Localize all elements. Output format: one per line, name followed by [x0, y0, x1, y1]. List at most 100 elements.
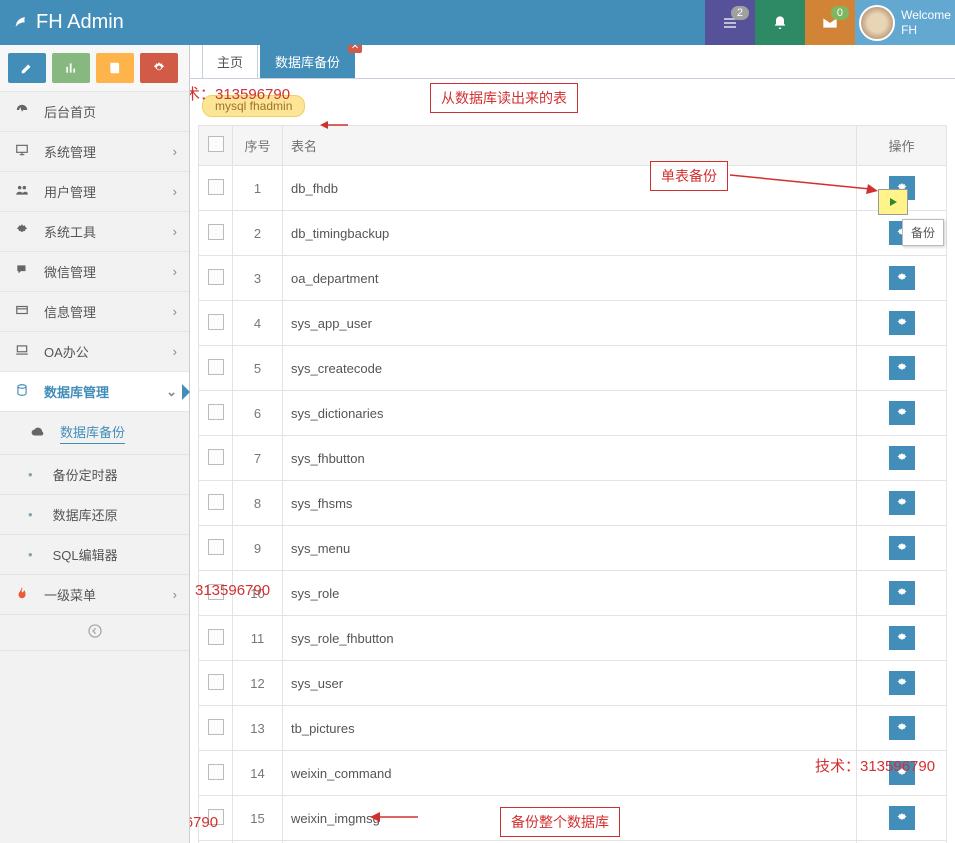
row-action-button[interactable]: [889, 311, 915, 335]
sidebar-item-label: 微信管理: [44, 262, 96, 281]
tech-text-4: 技术：313596790: [190, 811, 218, 832]
row-seq: 12: [233, 661, 283, 706]
chevron-right-icon: ›: [173, 344, 177, 359]
chevron-right-icon: ›: [173, 184, 177, 199]
header-mail-button[interactable]: 0: [805, 0, 855, 45]
sidebar-item-10[interactable]: 数据库还原: [0, 495, 189, 535]
sidebar-item-7[interactable]: 数据库管理 ⌄: [0, 372, 189, 412]
row-name: tb_pictures: [283, 706, 857, 751]
row-action-button[interactable]: [889, 716, 915, 740]
annotation-3: 备份整个数据库: [500, 807, 620, 837]
sidebar-item-4[interactable]: 微信管理 ›: [0, 252, 189, 292]
row-action-button[interactable]: [889, 446, 915, 470]
row-name: sys_dictionaries: [283, 391, 857, 436]
tree-dot-icon: [28, 467, 41, 482]
sidebar-item-9[interactable]: 备份定时器: [0, 455, 189, 495]
sb-book-button[interactable]: [96, 53, 134, 83]
checkbox-all[interactable]: [208, 136, 224, 152]
row-seq: 7: [233, 436, 283, 481]
row-action-button[interactable]: [889, 671, 915, 695]
table-row: 2db_timingbackup: [199, 211, 947, 256]
row-seq: 13: [233, 706, 283, 751]
sb-stats-button[interactable]: [52, 53, 90, 83]
annotation-1: 从数据库读出来的表: [430, 83, 578, 113]
row-name: oa_department: [283, 256, 857, 301]
th-seq: 序号: [233, 126, 283, 166]
sidebar-item-11[interactable]: SQL编辑器: [0, 535, 189, 575]
row-action-button[interactable]: [889, 806, 915, 830]
row-checkbox[interactable]: [208, 719, 224, 735]
row-seq: 6: [233, 391, 283, 436]
row-seq: 4: [233, 301, 283, 346]
row-checkbox[interactable]: [208, 404, 224, 420]
row-seq: 14: [233, 751, 283, 796]
row-action-button[interactable]: [889, 266, 915, 290]
chevron-right-icon: ›: [173, 224, 177, 239]
row-action-button[interactable]: [889, 626, 915, 650]
users-icon: [12, 183, 32, 200]
tab-db-backup[interactable]: 数据库备份 ✕: [260, 45, 355, 78]
sidebar-item-0[interactable]: 后台首页: [0, 92, 189, 132]
tab-close-icon[interactable]: ✕: [348, 45, 362, 53]
row-seq: 15: [233, 796, 283, 841]
row-checkbox[interactable]: [208, 224, 224, 240]
sidebar-collapse-button[interactable]: [0, 615, 189, 651]
tree-dot-icon: [28, 507, 41, 522]
row-checkbox[interactable]: [208, 449, 224, 465]
header-user-button[interactable]: Welcome FH: [855, 0, 955, 45]
chevron-right-icon: ›: [173, 144, 177, 159]
row-checkbox[interactable]: [208, 269, 224, 285]
chevron-down-icon: ⌄: [166, 384, 177, 400]
row-seq: 1: [233, 166, 283, 211]
sidebar-item-5[interactable]: 信息管理›: [0, 292, 189, 332]
row-seq: 9: [233, 526, 283, 571]
row-action-button[interactable]: [889, 491, 915, 515]
sidebar-item-1[interactable]: 系统管理›: [0, 132, 189, 172]
row-checkbox[interactable]: [208, 179, 224, 195]
row-checkbox[interactable]: [208, 674, 224, 690]
header-tasks-button[interactable]: 2: [705, 0, 755, 45]
row-action-button[interactable]: [889, 401, 915, 425]
sidebar-item-label: 数据库备份: [60, 422, 125, 444]
tab-home[interactable]: 主页: [202, 45, 258, 78]
table-row: 10sys_role: [199, 571, 947, 616]
sb-edit-button[interactable]: [8, 53, 46, 83]
table-row: 8sys_fhsms: [199, 481, 947, 526]
table-row: 12sys_user: [199, 661, 947, 706]
row-name: sys_role: [283, 571, 857, 616]
row-name: sys_fhsms: [283, 481, 857, 526]
row-checkbox[interactable]: [208, 314, 224, 330]
chevron-right-icon: ›: [173, 264, 177, 279]
chevron-right-icon: ›: [173, 304, 177, 319]
table-row: 7sys_fhbutton: [199, 436, 947, 481]
avatar: [859, 5, 895, 41]
sidebar-item-2[interactable]: 用户管理›: [0, 172, 189, 212]
row-checkbox[interactable]: [208, 359, 224, 375]
tasks-badge: 2: [731, 6, 749, 20]
top-header: FH Admin 2 0 Welcome FH: [0, 0, 955, 45]
tech-text-3: 技术：313596790: [815, 755, 935, 776]
sb-settings-button[interactable]: [140, 53, 178, 83]
row-checkbox[interactable]: [208, 539, 224, 555]
row-name: db_timingbackup: [283, 211, 857, 256]
sidebar-item-6[interactable]: OA办公›: [0, 332, 189, 372]
row-seq: 8: [233, 481, 283, 526]
row-checkbox[interactable]: [208, 764, 224, 780]
tab-bar: 主页 数据库备份 ✕: [190, 45, 955, 79]
header-notifications-button[interactable]: [755, 0, 805, 45]
sidebar-item-3[interactable]: 系统工具›: [0, 212, 189, 252]
table-row: 13tb_pictures: [199, 706, 947, 751]
table-row: 9sys_menu: [199, 526, 947, 571]
sidebar-item-label: 数据库管理: [44, 382, 109, 401]
th-op: 操作: [857, 126, 947, 166]
row-action-button[interactable]: [889, 536, 915, 560]
sidebar-item-8[interactable]: 数据库备份: [0, 412, 189, 455]
row-action-button[interactable]: [889, 581, 915, 605]
backup-play-button[interactable]: [878, 189, 908, 215]
laptop-icon: [12, 343, 32, 360]
row-action-button[interactable]: [889, 356, 915, 380]
chevron-right-icon: ›: [173, 587, 177, 602]
row-checkbox[interactable]: [208, 494, 224, 510]
row-checkbox[interactable]: [208, 629, 224, 645]
sidebar-item-12[interactable]: 一级菜单›: [0, 575, 189, 615]
